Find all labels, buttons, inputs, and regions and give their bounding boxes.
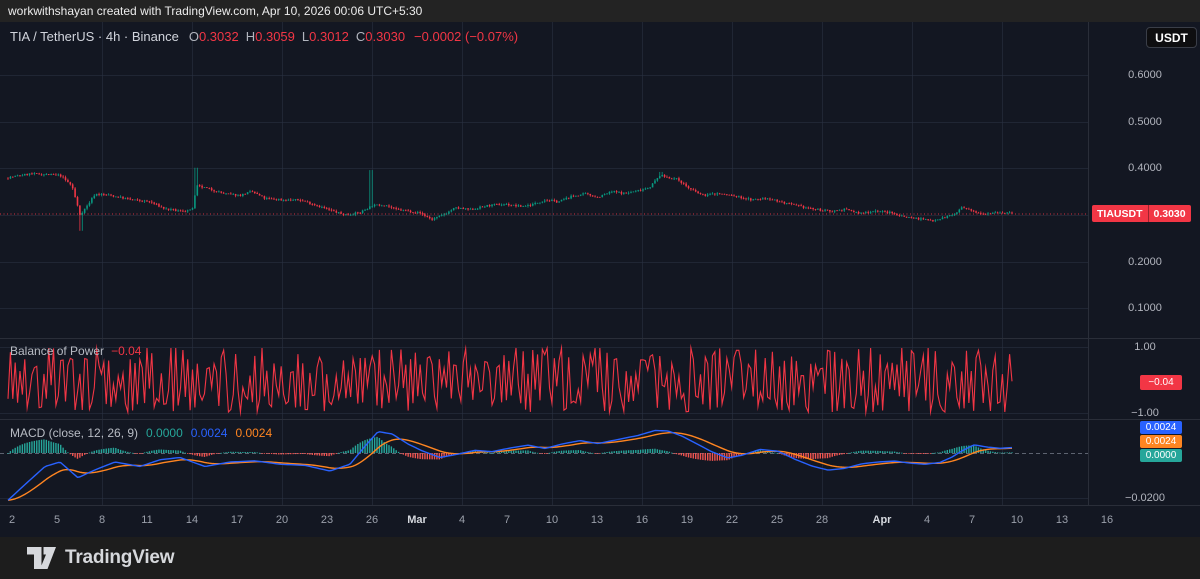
time-tick: 16 bbox=[635, 514, 649, 526]
tradingview-window: workwithshayan created with TradingView.… bbox=[0, 0, 1200, 579]
chart-area: TIA / TetherUS · 4h · Binance O0.3032 H0.… bbox=[0, 22, 1200, 537]
ohlc-item-O: O0.3032 bbox=[188, 29, 239, 44]
macd-signal-value: 0.0024 bbox=[235, 426, 273, 440]
time-tick: 13 bbox=[1055, 514, 1069, 526]
macd-line-value: 0.0024 bbox=[190, 426, 228, 440]
bop-indicator-value: −0.04 bbox=[111, 344, 142, 358]
macd-value-badge-0: 0.0024 bbox=[1140, 421, 1182, 434]
time-tick-month: Apr bbox=[872, 514, 892, 526]
time-tick: 4 bbox=[923, 514, 931, 526]
ohlc-item-L: L0.3012 bbox=[301, 29, 349, 44]
time-tick: 26 bbox=[365, 514, 379, 526]
change-value: −0.0002 (−0.07%) bbox=[414, 29, 519, 44]
last-price-symbol: TIAUSDT bbox=[1092, 205, 1149, 222]
pane-separator-macd[interactable] bbox=[0, 419, 1200, 420]
macd-legend: MACD (close, 12, 26, 9) 0.0000 0.0024 0.… bbox=[10, 426, 272, 440]
last-price-label: TIAUSDT 0.3030 bbox=[1092, 205, 1191, 222]
time-tick: 23 bbox=[320, 514, 334, 526]
last-price-value: 0.3030 bbox=[1148, 205, 1191, 222]
bop-axis-label: 1.00 bbox=[1134, 341, 1156, 353]
time-tick-month: Mar bbox=[407, 514, 427, 526]
bop-value-badge: −0.04 bbox=[1140, 375, 1182, 390]
price-axis-label: 0.1000 bbox=[1128, 302, 1162, 314]
time-tick: 10 bbox=[545, 514, 559, 526]
time-tick: 19 bbox=[680, 514, 694, 526]
time-axis[interactable]: 2 5 8 11 14 17 20 23 26 Mar 4 7 10 13 16 19 22 25 28 Apr 4 7 1… bbox=[0, 505, 1200, 537]
time-tick: 16 bbox=[1100, 514, 1114, 526]
price-axis-label: 0.6000 bbox=[1128, 69, 1162, 81]
time-tick: 28 bbox=[815, 514, 829, 526]
attribution-bar: workwithshayan created with TradingView.… bbox=[0, 0, 1200, 22]
symbol-title[interactable]: TIA / TetherUS · 4h · Binance bbox=[10, 29, 179, 44]
bop-axis-label: −1.00 bbox=[1131, 407, 1159, 419]
time-tick: 7 bbox=[968, 514, 976, 526]
ohlc-values: O0.3032 H0.3059 L0.3012 C0.3030 bbox=[189, 29, 412, 44]
footer-bar: TradingView bbox=[0, 536, 1200, 579]
bop-legend: Balance of Power −0.04 bbox=[10, 344, 141, 358]
ohlc-item-H: H0.3059 bbox=[245, 29, 295, 44]
macd-hist-value: 0.0000 bbox=[146, 426, 183, 440]
attribution-text: workwithshayan created with TradingView.… bbox=[8, 4, 423, 18]
pane-separator-bop[interactable] bbox=[0, 338, 1200, 339]
tradingview-logo-text: TradingView bbox=[65, 546, 175, 568]
tradingview-logo[interactable]: TradingView bbox=[27, 546, 175, 569]
ohlc-item-C: C0.3030 bbox=[355, 29, 406, 44]
time-tick: 17 bbox=[230, 514, 244, 526]
time-tick: 10 bbox=[1010, 514, 1024, 526]
price-axis-label: 0.5000 bbox=[1128, 116, 1162, 128]
time-tick: 14 bbox=[185, 514, 199, 526]
macd-indicator-title[interactable]: MACD (close, 12, 26, 9) bbox=[10, 426, 138, 440]
price-axis-label: 0.4000 bbox=[1128, 162, 1162, 174]
time-tick: 25 bbox=[770, 514, 784, 526]
symbol-legend: TIA / TetherUS · 4h · Binance O0.3032 H0.… bbox=[10, 29, 518, 44]
currency-toggle-button[interactable]: USDT bbox=[1146, 27, 1197, 48]
bop-indicator-title[interactable]: Balance of Power bbox=[10, 344, 104, 358]
time-tick: 2 bbox=[8, 514, 16, 526]
chart-canvas[interactable] bbox=[0, 22, 1088, 536]
time-tick: 20 bbox=[275, 514, 289, 526]
macd-value-badge-2: 0.0000 bbox=[1140, 449, 1182, 462]
tradingview-logo-icon bbox=[27, 546, 56, 569]
time-tick: 22 bbox=[725, 514, 739, 526]
macd-axis-label: −0.0200 bbox=[1124, 492, 1166, 504]
macd-value-badge-1: 0.0024 bbox=[1140, 435, 1182, 448]
time-tick: 8 bbox=[98, 514, 106, 526]
price-axis-label: 0.2000 bbox=[1128, 256, 1162, 268]
time-tick: 13 bbox=[590, 514, 604, 526]
time-tick: 5 bbox=[53, 514, 61, 526]
time-tick: 11 bbox=[141, 514, 153, 526]
time-tick: 7 bbox=[503, 514, 511, 526]
time-tick: 4 bbox=[458, 514, 466, 526]
